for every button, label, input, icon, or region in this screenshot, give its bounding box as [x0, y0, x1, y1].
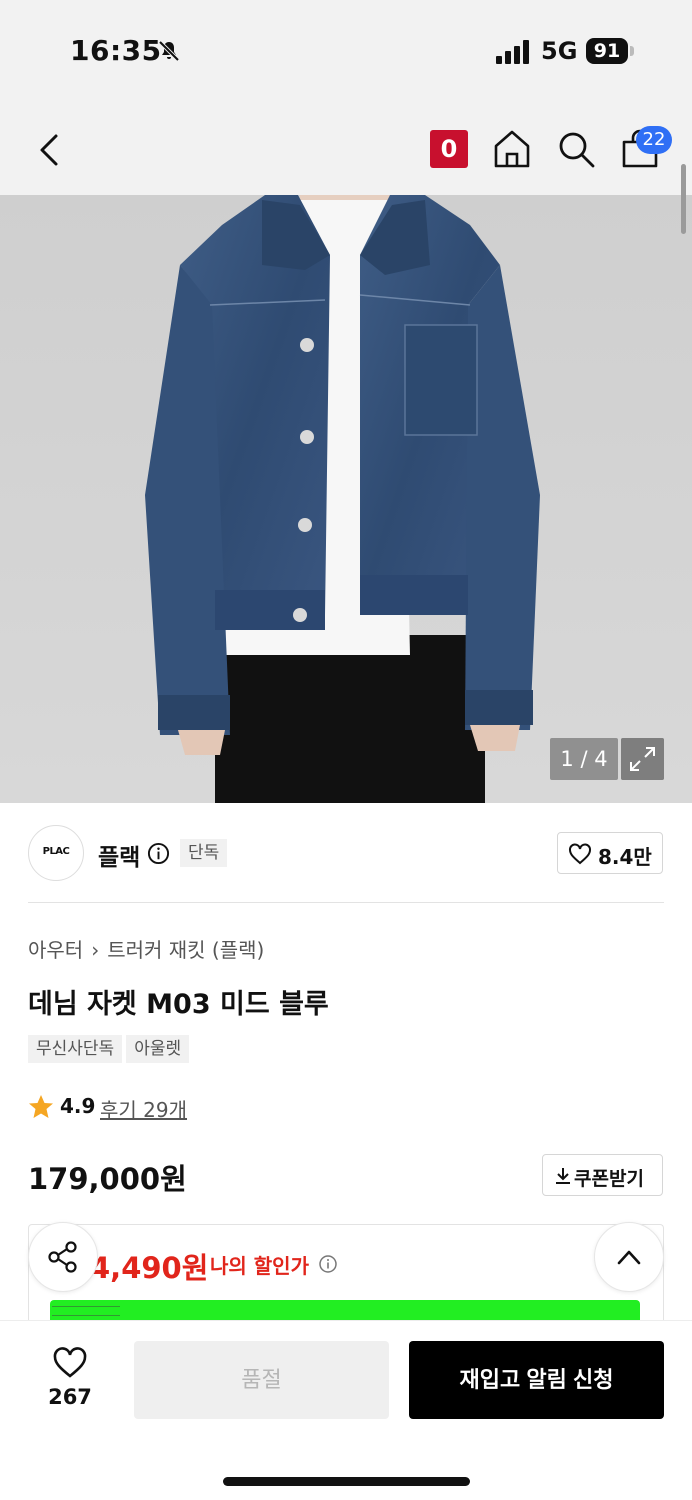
scroll-top-button[interactable] [594, 1222, 664, 1292]
breadcrumb-category[interactable]: 아우터 [28, 938, 83, 962]
section-divider [28, 902, 664, 903]
info-icon[interactable] [147, 842, 170, 865]
reviews-link[interactable]: 후기 29개 [100, 1094, 187, 1123]
download-icon [556, 1168, 570, 1184]
product-price: 179,000원 [28, 1162, 187, 1196]
back-arrow-icon[interactable] [30, 128, 70, 172]
breadcrumb: 아우터 › 트러커 재킷 (플랙) [28, 934, 264, 963]
page-scrollbar[interactable] [681, 164, 686, 234]
battery-icon: 91 [586, 38, 628, 64]
product-title: 데님 자켓 M03 미드 블루 [28, 989, 329, 1020]
tag-outlet: 아울렛 [126, 1035, 190, 1063]
my-discount-price: 4,490원 [90, 1251, 209, 1285]
promo-banner-graphic [52, 1306, 120, 1316]
bell-muted-icon [158, 40, 180, 62]
wishlist-count: 267 [48, 1385, 92, 1409]
cart-count-badge: 22 [636, 126, 672, 154]
denim-jacket-photo [0, 195, 692, 803]
heart-icon [569, 843, 591, 865]
breadcrumb-subcategory[interactable]: 트러커 재킷 (플랙) [107, 938, 264, 962]
restock-alert-button[interactable]: 재입고 알림 신청 [409, 1341, 664, 1419]
top-nav-bar: 0 [0, 100, 692, 195]
product-image[interactable] [0, 195, 692, 803]
brand-name[interactable]: 플랙 [98, 838, 140, 872]
wishlist-button[interactable]: 267 [40, 1343, 100, 1413]
coupon-download-button[interactable]: 쿠폰받기 [542, 1154, 663, 1196]
network-label: 5G [541, 37, 578, 65]
coupon-label: 쿠폰받기 [574, 1168, 644, 1190]
brand-like-count: 8.4만 [598, 845, 652, 869]
brand-logo-text: PLAC [42, 846, 70, 857]
search-icon[interactable] [555, 128, 597, 170]
status-time: 16:35 [70, 34, 162, 67]
my-discount-label: 나의 할인가 [210, 1254, 309, 1278]
product-tags: 무신사단독 아울렛 [28, 1035, 193, 1063]
status-bar: 16:35 5G 91 [0, 0, 692, 100]
chevron-right-icon: › [91, 938, 100, 962]
o-benefit-button[interactable]: 0 [430, 130, 468, 168]
share-icon [48, 1241, 77, 1273]
info-icon[interactable] [318, 1254, 338, 1274]
image-counter: 1 / 4 [550, 738, 618, 780]
home-icon[interactable] [492, 128, 532, 170]
rating-score: 4.9 [60, 1094, 96, 1118]
brand-logo[interactable]: PLAC [28, 825, 84, 881]
brand-like-button[interactable]: 8.4만 [557, 832, 663, 874]
exclusive-tag: 단독 [180, 839, 228, 867]
star-icon [29, 1095, 53, 1118]
signal-icon [496, 40, 529, 64]
chevron-up-icon [617, 1250, 641, 1265]
heart-icon [53, 1347, 87, 1378]
expand-icon[interactable] [621, 738, 664, 780]
battery-nub [630, 46, 634, 56]
tag-musinsa-exclusive: 무신사단독 [28, 1035, 123, 1063]
promo-banner[interactable] [50, 1300, 640, 1322]
home-indicator[interactable] [223, 1477, 470, 1486]
share-button[interactable] [28, 1222, 98, 1292]
soldout-button[interactable]: 품절 [134, 1341, 389, 1419]
